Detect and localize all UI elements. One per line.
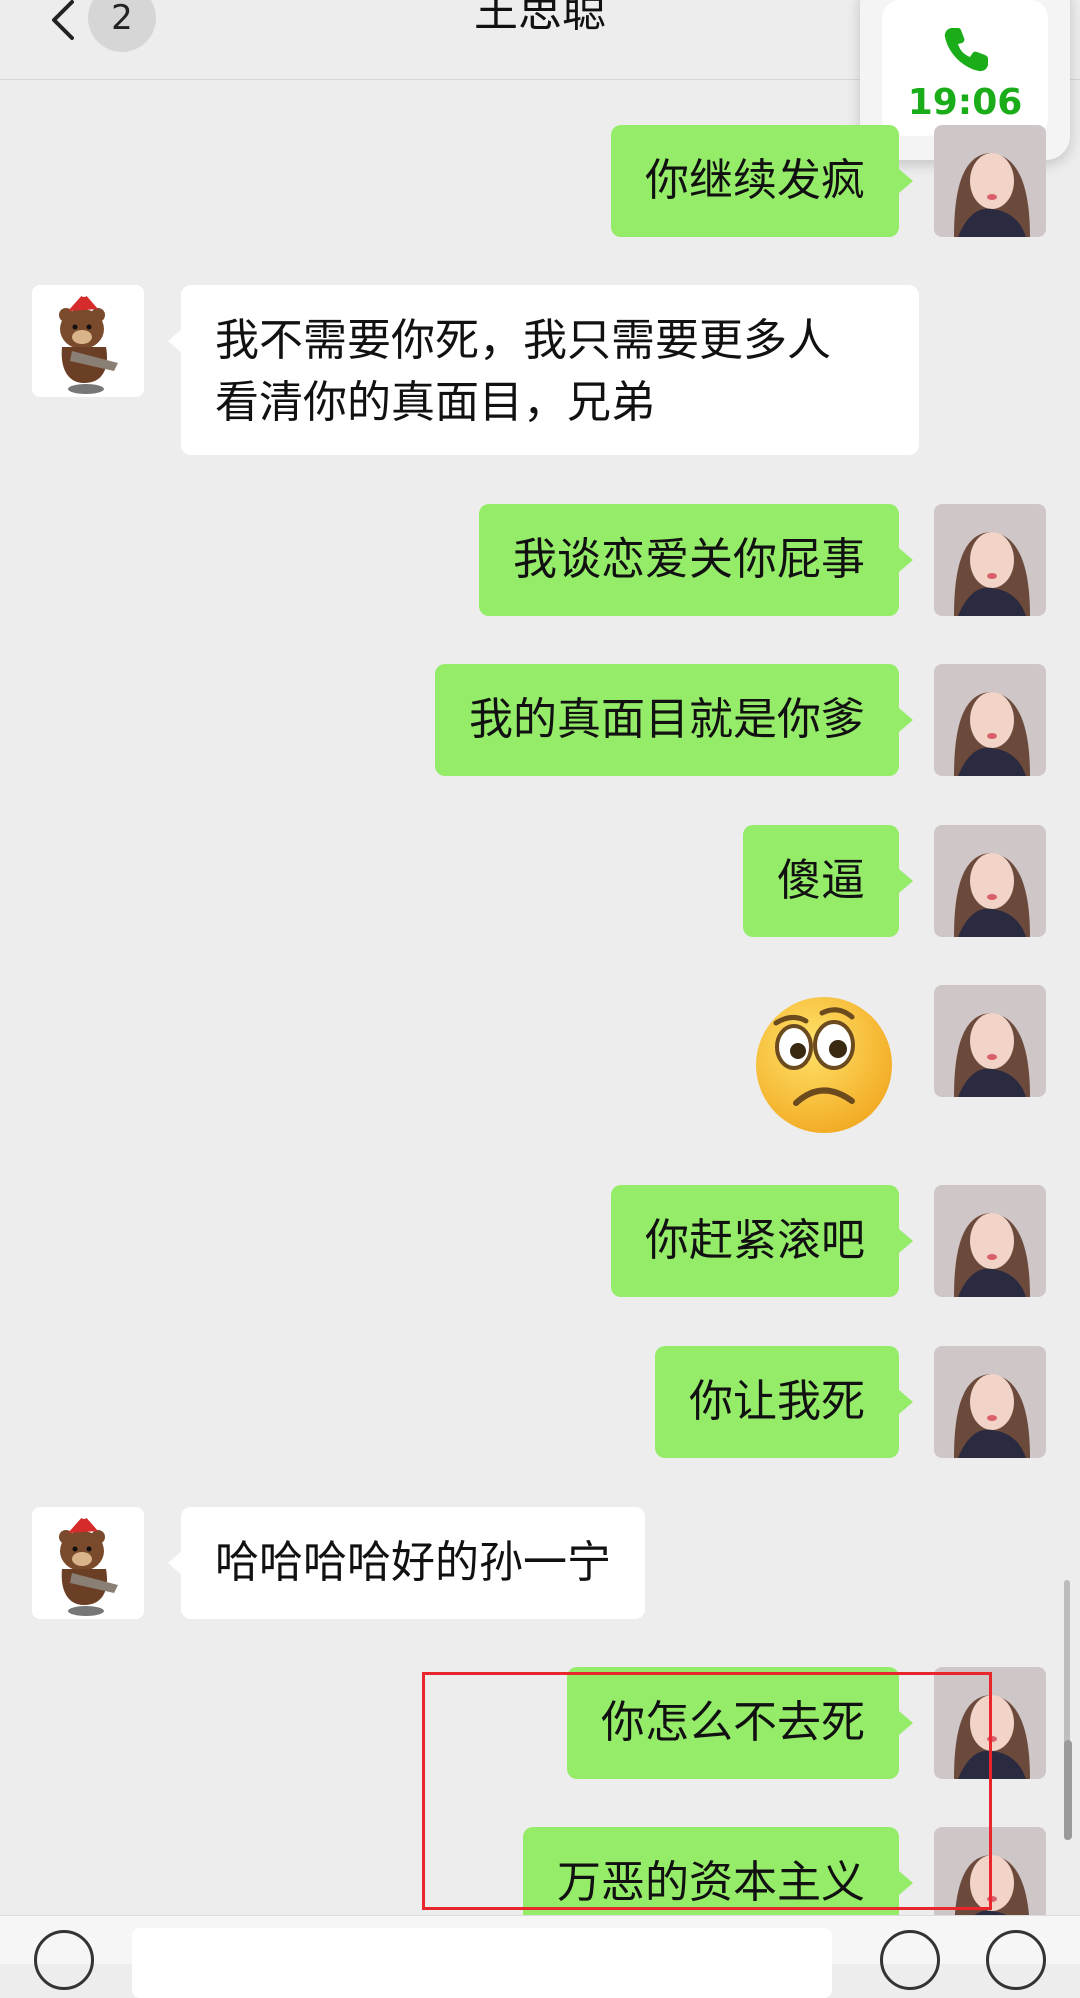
message-line: 看清你的真面目，兄弟 — [215, 377, 655, 428]
user-portrait-icon — [934, 825, 1046, 937]
user-portrait-icon — [934, 504, 1046, 616]
my-avatar[interactable] — [934, 125, 1046, 237]
user-portrait-icon — [934, 664, 1046, 776]
bubble-tail — [899, 708, 913, 732]
emoji-button[interactable] — [880, 1930, 940, 1990]
contact-avatar[interactable] — [32, 1507, 144, 1619]
sent-message-bubble[interactable]: 你赶紧滚吧 — [611, 1185, 899, 1297]
user-portrait-icon — [934, 985, 1046, 1097]
sent-message-bubble[interactable]: 我的真面目就是你爹 — [435, 664, 899, 776]
bubble-tail — [899, 869, 913, 893]
bubble-tail — [899, 169, 913, 193]
sent-message-bubble[interactable]: 傻逼 — [743, 825, 899, 937]
bubble-tail — [899, 548, 913, 572]
user-portrait-icon — [934, 1346, 1046, 1458]
my-avatar[interactable] — [934, 664, 1046, 776]
sent-message-bubble[interactable]: 你让我死 — [655, 1346, 899, 1458]
call-duration: 19:06 — [907, 82, 1023, 123]
input-toolbar — [0, 1915, 1080, 1998]
more-options-button[interactable] — [986, 1930, 1046, 1990]
my-avatar[interactable] — [934, 1185, 1046, 1297]
message-input[interactable] — [132, 1928, 832, 1998]
highlight-annotation-box — [422, 1672, 992, 1910]
received-message-bubble[interactable]: 我不需要你死，我只需要更多人 看清你的真面目，兄弟 — [181, 285, 919, 455]
phone-icon — [944, 28, 988, 72]
bubble-tail — [899, 1390, 913, 1414]
voice-input-button[interactable] — [34, 1930, 94, 1990]
my-avatar[interactable] — [934, 504, 1046, 616]
my-avatar[interactable] — [934, 985, 1046, 1097]
sent-message-bubble[interactable]: 你继续发疯 — [611, 125, 899, 237]
brown-bear-sticker-icon — [32, 285, 144, 397]
scrollbar-thumb[interactable] — [1064, 1740, 1072, 1840]
floating-call-card[interactable]: 19:06 — [882, 0, 1048, 136]
brown-bear-sticker-icon — [32, 1507, 144, 1619]
contact-avatar[interactable] — [32, 285, 144, 397]
user-portrait-icon — [934, 1185, 1046, 1297]
message-line: 我不需要你死，我只需要更多人 — [215, 315, 831, 366]
bubble-tail — [168, 1551, 182, 1575]
confused-face-emoji-icon[interactable] — [748, 987, 896, 1135]
bubble-tail — [168, 329, 182, 353]
my-avatar[interactable] — [934, 825, 1046, 937]
bubble-tail — [899, 1229, 913, 1253]
sent-message-bubble[interactable]: 我谈恋爱关你屁事 — [479, 504, 899, 616]
my-avatar[interactable] — [934, 1346, 1046, 1458]
received-message-bubble[interactable]: 哈哈哈哈好的孙一宁 — [181, 1507, 645, 1619]
user-portrait-icon — [934, 125, 1046, 237]
